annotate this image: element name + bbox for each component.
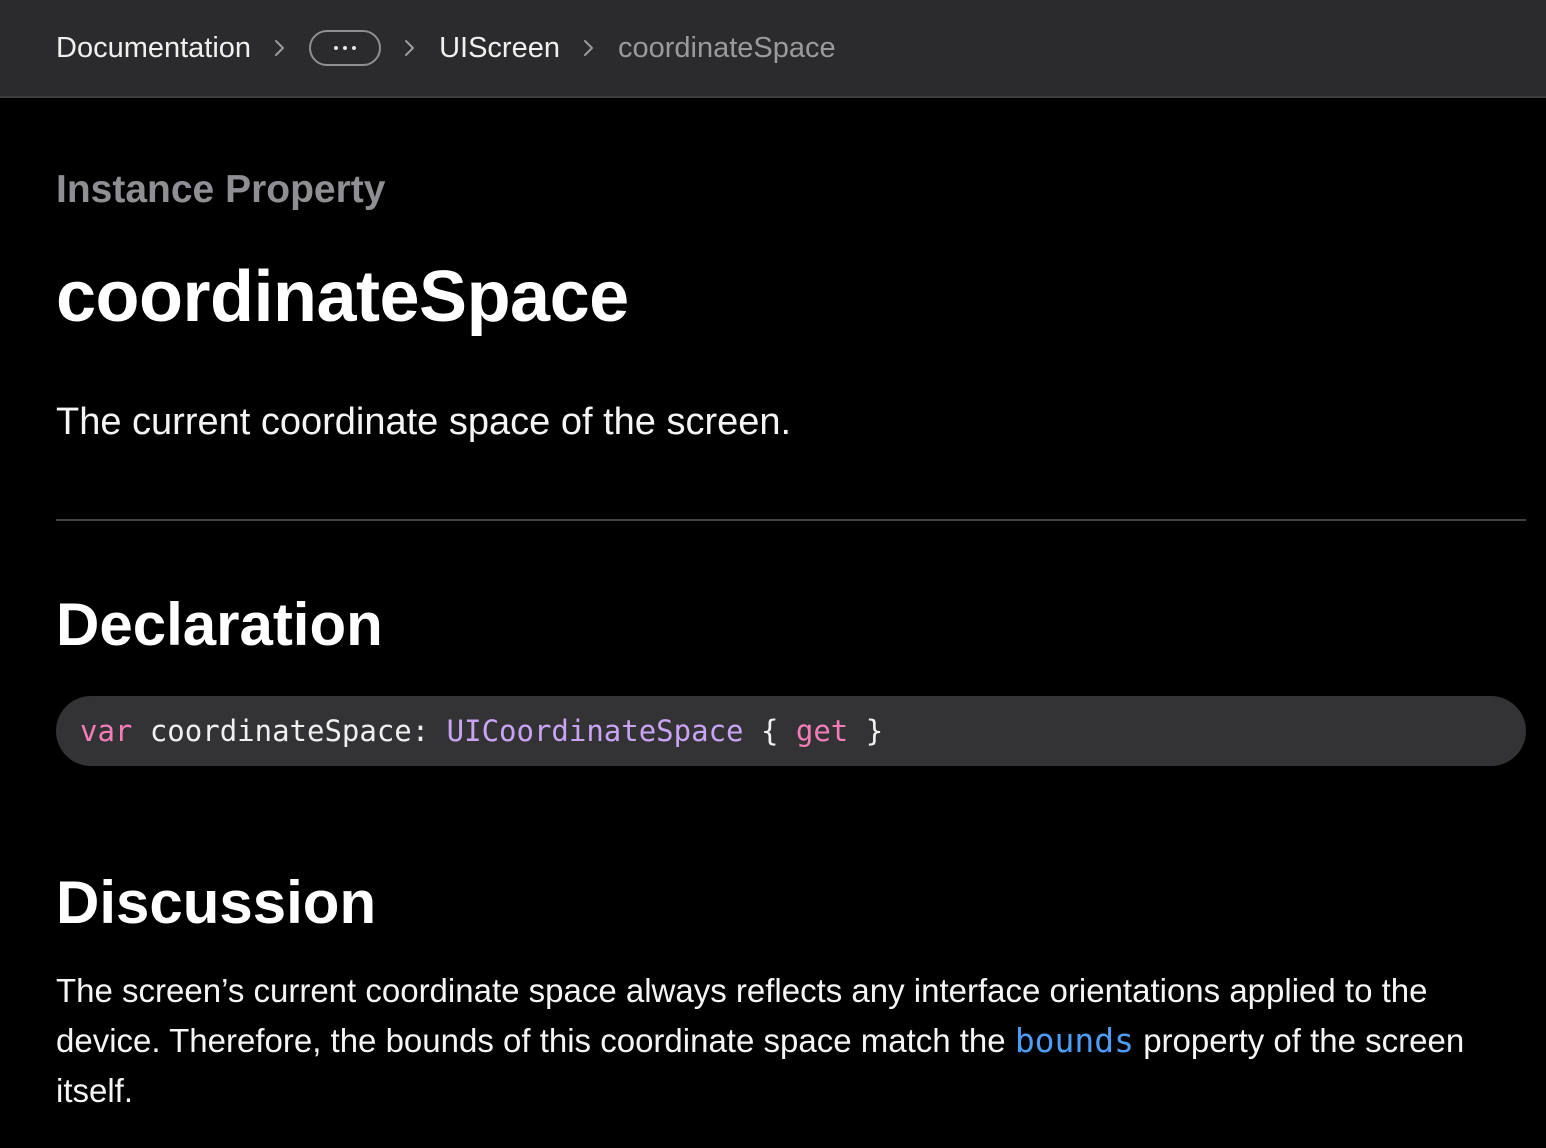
breadcrumb-more-button[interactable]	[309, 30, 382, 66]
breadcrumb-uiscreen[interactable]: UIScreen	[439, 32, 560, 65]
discussion-heading: Discussion	[56, 869, 377, 936]
breadcrumb: Documentation UIScreen coordinateSpace	[0, 0, 1546, 98]
code-type-link[interactable]: UICoordinateSpace	[447, 714, 744, 748]
page-title: coordinateSpace	[56, 257, 629, 337]
divider	[56, 519, 1526, 521]
chevron-right-icon	[251, 39, 309, 57]
code-accessor: get	[795, 714, 849, 748]
breadcrumb-current: coordinateSpace	[617, 31, 836, 64]
discussion-text: The screen’s current coordinate space al…	[56, 966, 1516, 1116]
declaration-code: var coordinateSpace: UICoordinateSpace {…	[56, 696, 1526, 766]
breadcrumb-documentation[interactable]: Documentation	[56, 32, 251, 65]
code-name: coordinateSpace:	[132, 714, 447, 748]
code-brace-open: {	[743, 714, 796, 748]
chevron-right-icon	[560, 39, 618, 57]
declaration-heading: Declaration	[56, 591, 383, 658]
abstract: The current coordinate space of the scre…	[56, 401, 792, 443]
chevron-right-icon	[381, 39, 439, 57]
symbol-kind: Instance Property	[56, 168, 386, 211]
code-brace-close: }	[848, 714, 884, 748]
bounds-link[interactable]: bounds	[1015, 1021, 1134, 1060]
ellipsis-icon	[332, 46, 359, 50]
code-keyword: var	[80, 714, 133, 748]
